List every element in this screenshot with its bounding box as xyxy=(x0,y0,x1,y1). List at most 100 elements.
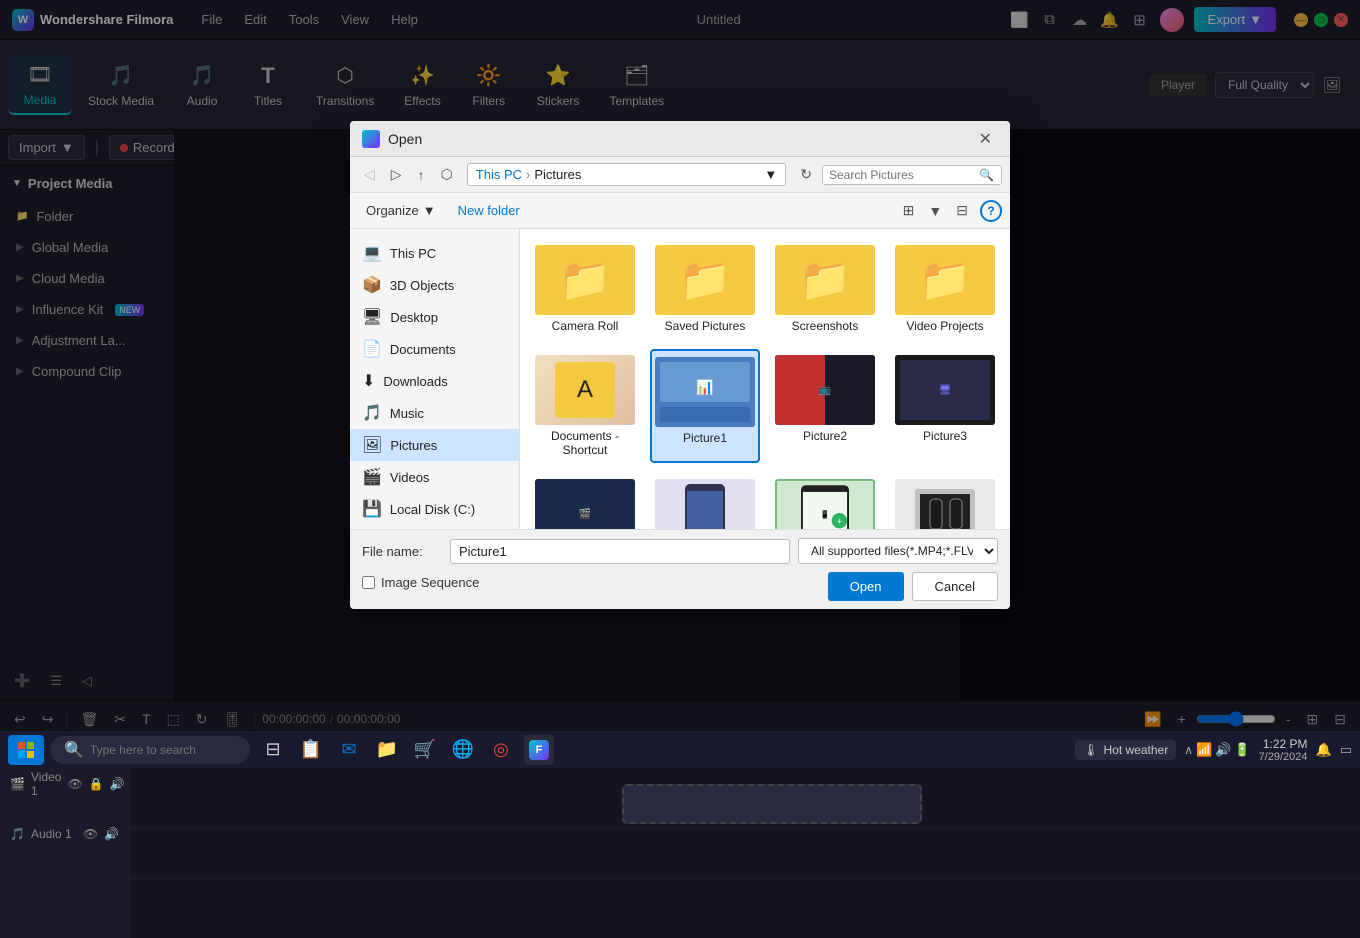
samsung-01-thumb xyxy=(655,479,755,529)
up-button[interactable]: ↑ xyxy=(412,164,431,186)
folder-camera-roll[interactable]: 📁 Camera Roll xyxy=(530,239,640,339)
sidebar-desktop[interactable]: 🖥 Desktop xyxy=(350,301,519,333)
picture3-thumb: 🖥 xyxy=(895,355,995,425)
taskbar-edge[interactable]: 🌐 xyxy=(448,735,478,765)
folder-saved-pictures[interactable]: 📁 Saved Pictures xyxy=(650,239,760,339)
taskview-icon[interactable]: ⊟ xyxy=(258,735,288,765)
filename-input[interactable] xyxy=(450,539,790,564)
cancel-button[interactable]: Cancel xyxy=(912,572,998,601)
breadcrumb-this-pc[interactable]: This PC xyxy=(476,167,522,182)
forward-button[interactable]: ▷ xyxy=(385,163,408,186)
view-chevron-icon[interactable]: ▼ xyxy=(922,200,948,222)
folder-icon-video: 📁 xyxy=(919,256,971,305)
taskbar-icons: ⊟ 📋 ✉ 📁 🛒 🌐 ◎ F xyxy=(258,735,554,765)
search-box-dialog: 🔍 xyxy=(822,165,1002,185)
sidebar-music[interactable]: 🎵 Music xyxy=(350,397,519,429)
taskbar-chrome[interactable]: ◎ xyxy=(486,735,516,765)
picture4-thumb: 🎬 xyxy=(535,479,635,529)
show-desktop-icon[interactable]: ▭ xyxy=(1340,742,1352,758)
search-pictures-input[interactable] xyxy=(829,168,979,182)
dialog-close-button[interactable]: ✕ xyxy=(973,127,998,151)
svg-text:🎬: 🎬 xyxy=(579,507,591,520)
sidebar-3d-objects[interactable]: 📦 3D Objects xyxy=(350,269,519,301)
eye-icon[interactable]: 👁 xyxy=(67,777,82,791)
notifications-icon[interactable]: 🔔 xyxy=(1316,742,1332,758)
help-button[interactable]: ? xyxy=(980,200,1002,222)
taskbar-app-4[interactable]: 🛒 xyxy=(410,735,440,765)
breadcrumb-sep: › xyxy=(526,167,530,182)
camera-roll-thumb: 📁 xyxy=(535,245,635,315)
network-icon[interactable]: 📶 xyxy=(1196,742,1212,758)
track-area: 00:00:05:00 00:00:10:00 00:00:15:00 00:0… xyxy=(130,739,1360,938)
computer-icon: 💻 xyxy=(362,243,382,263)
dialog-overlay: Open ✕ ◁ ▷ ↑ ⬡ This PC › Pictures ▼ ↻ 🔍 xyxy=(0,0,1360,730)
file-samsung-01[interactable]: root-samsung-tablet-01 xyxy=(650,473,760,529)
downloads-icon: ⬇ xyxy=(362,371,375,391)
lock-icon[interactable]: 🔒 xyxy=(89,777,104,791)
image-sequence-row: Image Sequence xyxy=(362,575,479,590)
documents-shortcut-thumb: A xyxy=(535,355,635,425)
file-picture2[interactable]: 📺 Picture2 xyxy=(770,349,880,463)
nav-icon[interactable]: ⬡ xyxy=(435,163,459,186)
file-picture4[interactable]: 🎬 Picture4 xyxy=(530,473,640,529)
sidebar-pictures[interactable]: 🖼 Pictures xyxy=(350,429,519,461)
image-sequence-label: Image Sequence xyxy=(381,575,479,590)
taskbar-app-3[interactable]: 📁 xyxy=(372,735,402,765)
audio-lock-icon[interactable]: 🔊 xyxy=(104,827,119,841)
file-samsung-02[interactable]: 📱 + root-samsung-tablet-02 xyxy=(770,473,880,529)
view-large-icon[interactable]: ⊞ xyxy=(897,199,921,222)
file-samsung-03[interactable]: root-samsung-tablet-03 xyxy=(890,473,1000,529)
taskbar-right: 🌡 Hot weather ∧ 📶 🔊 🔋 1:22 PM 7/29/2024 … xyxy=(1075,737,1352,763)
open-button[interactable]: Open xyxy=(828,572,904,601)
folder-screenshots[interactable]: 📁 Screenshots xyxy=(770,239,880,339)
filename-label: File name: xyxy=(362,544,442,559)
audio-eye-icon[interactable]: 👁 xyxy=(83,827,98,841)
breadcrumb-chevron-icon[interactable]: ▼ xyxy=(764,167,777,182)
search-input[interactable] xyxy=(90,743,230,757)
picture2-thumb: 📺 xyxy=(775,355,875,425)
folder-icon-screenshots: 📁 xyxy=(799,256,851,305)
picture1-thumb: 📊 xyxy=(655,357,755,427)
open-dialog: Open ✕ ◁ ▷ ↑ ⬡ This PC › Pictures ▼ ↻ 🔍 xyxy=(350,121,1010,609)
battery-icon[interactable]: 🔋 xyxy=(1234,742,1250,758)
sidebar-downloads[interactable]: ⬇ Downloads xyxy=(350,365,519,397)
file-picture1[interactable]: 📊 Picture1 xyxy=(650,349,760,463)
folder-video-projects[interactable]: 📁 Video Projects xyxy=(890,239,1000,339)
filetype-select[interactable]: All supported files(*.MP4;*.FLV; xyxy=(798,538,998,564)
track-labels: 🎬 Video 1 👁 🔒 🔊 🎵 Audio 1 👁 🔊 xyxy=(0,739,130,938)
volume-icon[interactable]: 🔊 xyxy=(1215,742,1231,758)
sidebar-local-c[interactable]: 💾 Local Disk (C:) xyxy=(350,493,519,525)
organize-chevron-icon: ▼ xyxy=(423,203,436,218)
new-folder-button[interactable]: New folder xyxy=(450,200,528,221)
taskbar-app-1[interactable]: 📋 xyxy=(296,735,326,765)
organize-button[interactable]: Organize ▼ xyxy=(358,200,444,221)
image-sequence-checkbox[interactable] xyxy=(362,576,375,589)
taskbar-filmora[interactable]: F xyxy=(524,735,554,765)
view-panel-icon[interactable]: ⊟ xyxy=(950,199,974,222)
filename-row: File name: All supported files(*.MP4;*.F… xyxy=(362,538,998,564)
taskbar-app-2[interactable]: ✉ xyxy=(334,735,364,765)
videos-icon: 🎬 xyxy=(362,467,382,487)
saved-pictures-thumb: 📁 xyxy=(655,245,755,315)
weather-widget[interactable]: 🌡 Hot weather xyxy=(1075,740,1176,760)
back-button[interactable]: ◁ xyxy=(358,163,381,186)
desktop-icon: 🖥 xyxy=(362,307,382,327)
music-icon: 🎵 xyxy=(10,827,25,841)
search-box[interactable]: 🔍 xyxy=(50,736,250,764)
sidebar-this-pc[interactable]: 💻 This PC xyxy=(350,237,519,269)
sidebar-documents[interactable]: 📄 Documents xyxy=(350,333,519,365)
sidebar-local-d[interactable]: 💾 Local Disk (D:) xyxy=(350,525,519,529)
start-button[interactable] xyxy=(8,735,44,765)
samsung-03-thumb xyxy=(895,479,995,529)
sidebar-videos[interactable]: 🎬 Videos xyxy=(350,461,519,493)
clock[interactable]: 1:22 PM 7/29/2024 xyxy=(1259,737,1308,763)
svg-text:📺: 📺 xyxy=(819,384,831,396)
folder-icon-saved: 📁 xyxy=(679,256,731,305)
breadcrumb-pictures[interactable]: Pictures xyxy=(534,167,581,182)
file-picture3[interactable]: 🖥 Picture3 xyxy=(890,349,1000,463)
timeline-content: 🎬 Video 1 👁 🔒 🔊 🎵 Audio 1 👁 🔊 00:00:05:0… xyxy=(0,739,1360,938)
chevron-up-icon[interactable]: ∧ xyxy=(1184,743,1193,757)
audio-track-icon-sm[interactable]: 🔊 xyxy=(110,777,125,791)
refresh-button[interactable]: ↻ xyxy=(794,163,818,186)
file-documents-shortcut[interactable]: A Documents - Shortcut xyxy=(530,349,640,463)
